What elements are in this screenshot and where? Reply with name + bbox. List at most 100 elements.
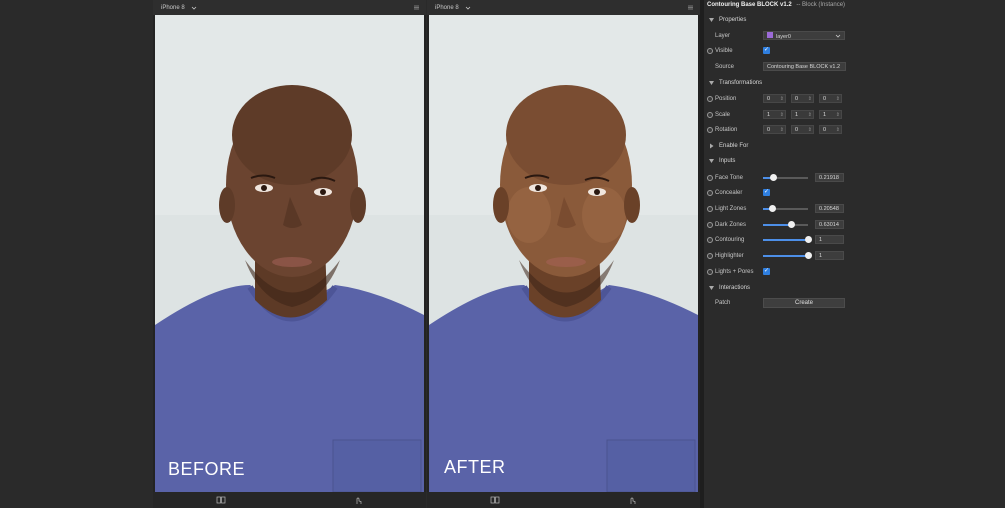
block-type: -- Block (Instance) [796, 2, 846, 8]
chevron-down-icon[interactable] [191, 5, 197, 11]
face-tone-slider[interactable] [763, 173, 808, 181]
port-icon[interactable] [707, 236, 713, 243]
viewport-toolbar: iPhone 8 [153, 0, 426, 15]
highlighter-label: Highlighter [715, 252, 744, 259]
row-rotation: Rotation 0 0 0 [704, 122, 1005, 137]
concealer-checkbox[interactable]: ✓ [763, 189, 770, 196]
after-label: AFTER [444, 457, 506, 477]
concealer-label: Concealer [715, 189, 743, 196]
viewport-footer [153, 492, 426, 508]
scale-z-input[interactable]: 1 [819, 110, 842, 119]
scale-label: Scale [715, 111, 731, 118]
position-z-input[interactable]: 0 [819, 94, 842, 103]
touch-icon[interactable] [353, 495, 363, 505]
row-patch: Patch Create [704, 295, 1005, 310]
viewport-toolbar: iPhone 8 [427, 0, 700, 15]
device-selector[interactable]: iPhone 8 [435, 5, 459, 11]
collapse-triangle-icon [709, 18, 714, 22]
section-inputs[interactable]: Inputs [704, 153, 1005, 169]
portrait-image [429, 15, 698, 492]
layer-label: Layer [715, 32, 731, 39]
port-icon[interactable] [707, 47, 713, 54]
collapse-triangle-icon [709, 81, 714, 85]
rotation-y-input[interactable]: 0 [791, 125, 814, 134]
port-icon[interactable] [707, 126, 713, 133]
contouring-slider[interactable] [763, 235, 812, 243]
row-layer: Layer layer0 [704, 28, 1005, 43]
row-contouring: Contouring 1 [704, 232, 1005, 247]
section-title: Inputs [719, 158, 736, 164]
row-position: Position 0 0 0 [704, 91, 1005, 106]
port-icon[interactable] [707, 111, 713, 118]
port-icon[interactable] [707, 189, 713, 196]
patch-label: Patch [715, 299, 731, 306]
source-label: Source [715, 63, 735, 70]
dark-zones-slider[interactable] [763, 220, 808, 228]
port-icon[interactable] [707, 268, 713, 275]
lights-pores-checkbox[interactable]: ✓ [763, 268, 770, 275]
row-light-zones: Light Zones 0.20548 [704, 201, 1005, 216]
collapse-triangle-icon [709, 286, 714, 290]
dark-zones-value[interactable]: 0.63014 [815, 220, 844, 229]
compare-icon[interactable] [490, 495, 500, 505]
rotation-z-input[interactable]: 0 [819, 125, 842, 134]
viewport-after: iPhone 8 AFTER [427, 0, 700, 508]
row-source: Source Contouring Base BLOCK v1.2 [704, 59, 1005, 74]
chevron-down-icon [835, 34, 841, 38]
section-title: Properties [719, 17, 747, 23]
section-interactions[interactable]: Interactions [704, 280, 1005, 296]
section-enable-for[interactable]: Enable For [704, 138, 1005, 154]
slider-fill [763, 223, 791, 226]
lights-pores-label: Lights + Pores [715, 268, 754, 275]
highlighter-slider[interactable] [763, 251, 812, 259]
slider-knob[interactable] [770, 173, 777, 181]
layer-dropdown[interactable]: layer0 [763, 31, 845, 40]
position-y-input[interactable]: 0 [791, 94, 814, 103]
layer-color-swatch [767, 31, 773, 38]
rotation-x-input[interactable]: 0 [763, 125, 786, 134]
block-name: Contouring Base BLOCK v1.2 [707, 2, 792, 8]
light-zones-value[interactable]: 0.20548 [815, 204, 844, 213]
app-window: iPhone 8 BEFORE iPhone 8 AFTER Contourin… [0, 0, 1005, 508]
compare-icon[interactable] [216, 495, 226, 505]
visible-checkbox[interactable]: ✓ [763, 47, 770, 54]
source-field[interactable]: Contouring Base BLOCK v1.2 [763, 62, 846, 71]
port-icon[interactable] [707, 221, 713, 228]
portrait-image [155, 15, 424, 492]
slider-knob[interactable] [805, 235, 812, 243]
port-icon[interactable] [707, 252, 713, 259]
port-icon[interactable] [707, 174, 713, 181]
row-lights-pores: Lights + Pores ✓ [704, 264, 1005, 279]
section-properties[interactable]: Properties [704, 12, 1005, 28]
slider-knob[interactable] [769, 204, 776, 212]
menu-icon[interactable] [413, 4, 420, 11]
section-transformations[interactable]: Transformations [704, 75, 1005, 91]
inspector-panel: Contouring Base BLOCK v1.2 -- Block (Ins… [704, 0, 1005, 508]
section-title: Enable For [719, 143, 749, 149]
position-x-input[interactable]: 0 [763, 94, 786, 103]
position-label: Position [715, 95, 737, 102]
light-zones-slider[interactable] [763, 204, 808, 212]
menu-icon[interactable] [687, 4, 694, 11]
scale-x-input[interactable]: 1 [763, 110, 786, 119]
chevron-down-icon[interactable] [465, 5, 471, 11]
viewport-before: iPhone 8 BEFORE [153, 0, 426, 508]
touch-icon[interactable] [627, 495, 637, 505]
face-tone-value[interactable]: 0.21918 [815, 173, 844, 182]
row-highlighter: Highlighter 1 [704, 248, 1005, 263]
port-icon[interactable] [707, 205, 713, 212]
create-patch-button[interactable]: Create [763, 297, 845, 308]
inspector-title: Contouring Base BLOCK v1.2 -- Block (Ins… [704, 0, 1005, 11]
slider-knob[interactable] [788, 220, 795, 228]
expand-triangle-icon [710, 143, 714, 149]
scale-y-input[interactable]: 1 [791, 110, 814, 119]
contouring-value[interactable]: 1 [815, 235, 844, 244]
section-title: Transformations [719, 80, 763, 86]
before-label: BEFORE [168, 459, 246, 479]
port-icon[interactable] [707, 95, 713, 102]
highlighter-value[interactable]: 1 [815, 251, 844, 260]
device-selector[interactable]: iPhone 8 [161, 5, 185, 11]
slider-fill [763, 254, 808, 257]
slider-knob[interactable] [805, 251, 812, 259]
camera-preview: BEFORE [155, 15, 424, 492]
